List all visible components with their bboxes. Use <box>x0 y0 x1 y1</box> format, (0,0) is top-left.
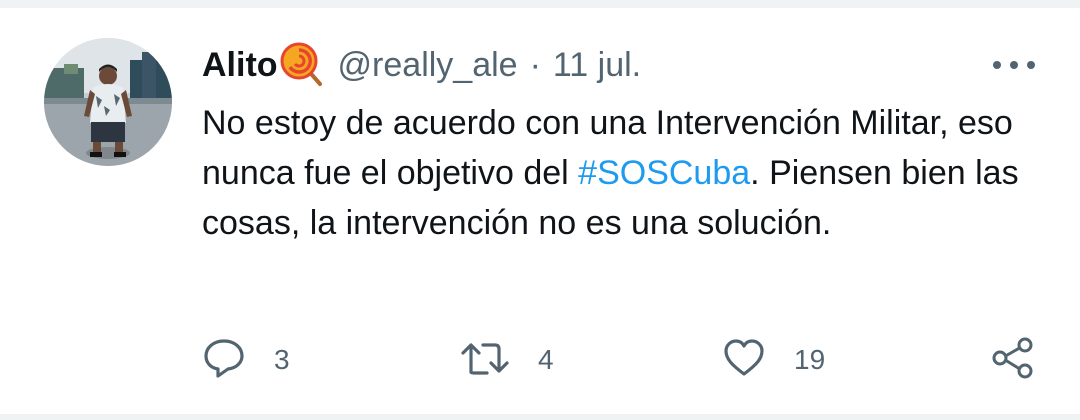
heart-icon <box>722 336 766 385</box>
share-button[interactable] <box>990 335 1036 385</box>
avatar[interactable] <box>44 38 172 166</box>
tweet-text: No estoy de acuerdo con una Intervención… <box>202 98 1052 248</box>
user-handle[interactable]: @really_ale <box>338 46 518 85</box>
retweet-count: 4 <box>538 344 554 375</box>
tweet-date[interactable]: 11 jul. <box>553 46 641 85</box>
like-count: 19 <box>794 344 826 375</box>
bottom-divider <box>0 414 1080 420</box>
reply-icon <box>202 336 246 385</box>
reply-button[interactable]: 3 <box>202 335 290 385</box>
retweet-button[interactable]: 4 <box>460 335 554 385</box>
lollipop-emoji-icon <box>280 42 326 88</box>
retweet-icon <box>460 336 510 385</box>
reply-count: 3 <box>274 344 290 375</box>
tweet-header: Alito @really_ale · 11 jul. <box>202 40 641 90</box>
tweet-actions: 3 4 19 <box>0 335 1080 385</box>
share-icon <box>990 335 1036 386</box>
hashtag-link[interactable]: #SOSCuba <box>578 154 750 192</box>
top-divider <box>0 0 1080 8</box>
more-dots-icon[interactable] <box>988 52 1040 78</box>
separator-dot: · <box>529 45 541 84</box>
like-button[interactable]: 19 <box>722 335 825 385</box>
display-name[interactable]: Alito <box>202 46 278 85</box>
